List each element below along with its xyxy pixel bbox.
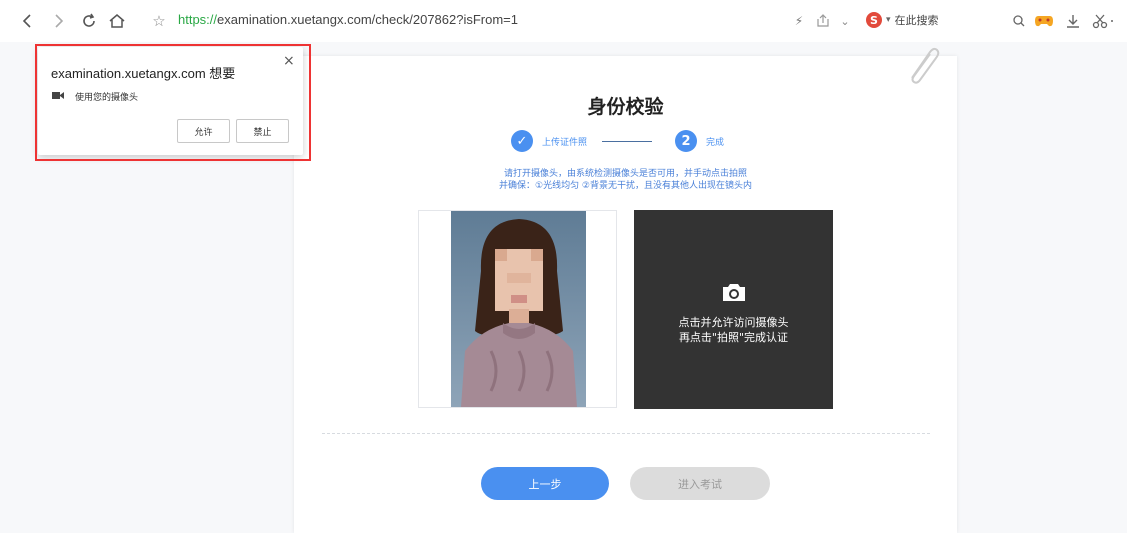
- camera-instruction: 点击并允许访问摄像头: [678, 316, 789, 329]
- step-check-icon: ✓: [511, 130, 533, 152]
- camera-instruction: 再点击"拍照"完成认证: [678, 331, 789, 344]
- previous-step-button[interactable]: 上一步: [481, 467, 609, 500]
- step-connector: [602, 141, 652, 142]
- paperclip-icon: [911, 47, 940, 84]
- share-icon[interactable]: [814, 10, 832, 32]
- instruction-line: 并确保：①光线均匀 ②背景无干扰，且没有其他人出现在镜头内: [499, 181, 752, 191]
- url-scheme: https://: [178, 12, 218, 27]
- camera-icon: [723, 284, 745, 301]
- step-number: 2: [675, 130, 697, 152]
- step-complete: 2 完成: [675, 130, 724, 152]
- home-icon[interactable]: [108, 10, 126, 32]
- dropdown-arrow-icon: ▾: [886, 15, 891, 25]
- divider: [322, 433, 930, 434]
- back-icon[interactable]: [18, 10, 36, 32]
- browser-toolbar: ☆ https://examination.xuetangx.com/check…: [0, 0, 1127, 42]
- enter-exam-button[interactable]: 进入考试: [630, 467, 770, 500]
- camera-capture-area[interactable]: 点击并允许访问摄像头 再点击"拍照"完成认证: [634, 210, 833, 409]
- lightning-icon[interactable]: ⚡: [790, 10, 808, 32]
- block-button[interactable]: 禁止: [236, 119, 289, 143]
- search-engine-selector[interactable]: S ▾ 在此搜索: [866, 12, 939, 28]
- close-icon[interactable]: ×: [283, 53, 295, 69]
- permission-text: 使用您的摄像头: [75, 93, 139, 103]
- url-text: examination.xuetangx.com/check/207862?is…: [217, 12, 519, 27]
- download-icon[interactable]: [1064, 10, 1082, 32]
- refresh-icon[interactable]: [80, 10, 98, 32]
- address-bar[interactable]: https://examination.xuetangx.com/check/2…: [178, 12, 518, 27]
- scissors-icon[interactable]: [1092, 10, 1116, 32]
- camera-permission-popup: examination.xuetangx.com 想要 × 使用您的摄像头 允许…: [38, 47, 303, 155]
- id-photo: [451, 211, 586, 407]
- identity-check-card: [294, 56, 957, 533]
- search-placeholder: 在此搜索: [894, 14, 939, 27]
- video-camera-icon: [52, 92, 64, 99]
- bookmark-star-icon[interactable]: ☆: [150, 10, 168, 32]
- allow-button[interactable]: 允许: [177, 119, 230, 143]
- sogou-logo-icon: S: [866, 12, 882, 28]
- game-controller-icon[interactable]: [1034, 10, 1054, 32]
- step-label: 完成: [706, 137, 725, 148]
- step-label: 上传证件照: [542, 137, 588, 148]
- page-title: 身份校验: [587, 96, 664, 118]
- popup-title: examination.xuetangx.com 想要: [51, 66, 236, 81]
- forward-icon[interactable]: [50, 10, 68, 32]
- step-upload: ✓ 上传证件照: [511, 130, 587, 152]
- search-icon[interactable]: [1010, 10, 1028, 32]
- chevron-down-icon[interactable]: ⌄: [836, 10, 854, 32]
- instruction-line: 请打开摄像头，由系统检测摄像头是否可用，并手动点击拍照: [503, 169, 747, 179]
